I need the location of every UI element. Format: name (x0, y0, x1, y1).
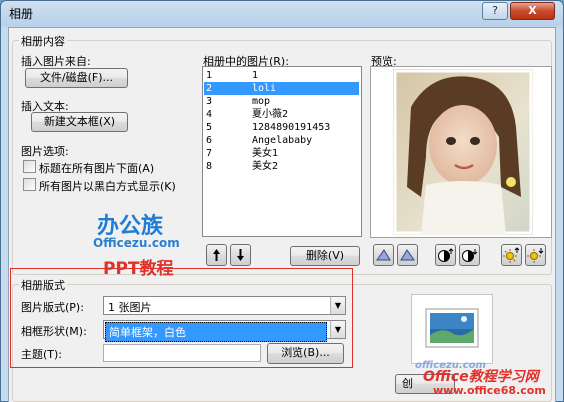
brightness-down-icon (527, 248, 544, 263)
preview-photo (393, 69, 533, 235)
brand-url: www.office68.com (433, 384, 546, 397)
list-item-number: 4 (206, 109, 213, 120)
logo-url: Officezu.com (93, 236, 180, 250)
list-item-name: 1 (252, 70, 259, 81)
rotate-right-icon (400, 249, 415, 261)
list-item[interactable]: 8 美女2 (204, 160, 359, 173)
list-item[interactable]: 4 夏小薇2 (204, 108, 359, 121)
caption-checkbox-label[interactable]: 标题在所有图片下面(A) (39, 160, 154, 176)
black-white-checkbox-label[interactable]: 所有图片以黑白方式显示(K) (39, 178, 176, 194)
list-item-name: 夏小薇2 (252, 109, 289, 120)
rotate-right-button[interactable] (397, 244, 418, 266)
list-item[interactable]: 6 Angelababy (204, 134, 359, 147)
brand-name: Office教程学习网 (423, 369, 539, 385)
caption-checkbox[interactable] (23, 160, 36, 173)
layout-preview-image (425, 308, 479, 348)
list-item[interactable]: 5 1284890191453 (204, 121, 359, 134)
contrast-down-icon (462, 249, 478, 262)
arrow-up-icon (213, 249, 220, 261)
new-textbox-button[interactable]: 新建文本框(X) (31, 112, 128, 132)
decrease-contrast-button[interactable] (459, 244, 480, 266)
list-item-number: 5 (206, 122, 213, 133)
help-button[interactable]: ? (482, 2, 508, 20)
brightness-up-icon (503, 247, 520, 263)
list-item-number: 6 (206, 135, 213, 146)
picture-options-label: 图片选项: (21, 145, 69, 158)
list-item-name: loli (252, 83, 277, 94)
list-item-number: 7 (206, 148, 213, 159)
increase-contrast-button[interactable] (435, 244, 456, 266)
move-down-button[interactable] (230, 244, 251, 266)
list-item[interactable]: 3 mop (204, 95, 359, 108)
pictures-listbox[interactable]: 1 1 2 loli 3 mop 4 夏小薇2 5 1284890191453 6 Angelabab… (202, 66, 362, 237)
list-item-name: 美女1 (252, 148, 279, 159)
highlight-box (10, 268, 353, 368)
window-title: 相册 (9, 7, 34, 21)
album-dialog: 相册 ? X 相册内容 插入图片来自: 文件/磁盘(F)... 插入文本: 新建… (0, 0, 564, 402)
layout-preview (411, 294, 493, 364)
list-item-name: Angelababy (252, 135, 313, 146)
contrast-up-icon (438, 248, 454, 262)
list-item-number: 8 (206, 161, 213, 172)
list-item[interactable]: 7 美女1 (204, 147, 359, 160)
list-item-name: 美女2 (252, 161, 279, 172)
move-up-button[interactable] (206, 244, 227, 266)
insert-from-label: 插入图片来自: (21, 55, 91, 68)
preview-pane (370, 66, 552, 238)
black-white-checkbox[interactable] (23, 178, 36, 191)
list-item-name: 1284890191453 (252, 122, 331, 133)
dialog-body: 相册内容 插入图片来自: 文件/磁盘(F)... 插入文本: 新建文本框(X) … (8, 27, 556, 402)
decrease-brightness-button[interactable] (525, 244, 546, 266)
album-content-legend: 相册内容 (19, 33, 67, 49)
rotate-left-icon (376, 249, 391, 261)
list-item[interactable]: 11 (204, 69, 359, 82)
list-item-number: 1 (206, 70, 213, 81)
delete-button[interactable]: 删除(V) (290, 246, 360, 266)
rotate-left-button[interactable] (373, 244, 394, 266)
arrow-down-icon (237, 249, 244, 261)
bottom-brand-watermark: Office教程学习网 www.office68.com (421, 366, 555, 402)
title-bar: 相册 ? X (1, 1, 563, 27)
list-item-number: 3 (206, 96, 213, 107)
close-button[interactable]: X (510, 2, 555, 20)
file-disk-button[interactable]: 文件/磁盘(F)... (25, 68, 128, 88)
list-item-name: mop (252, 96, 271, 107)
list-item[interactable]: 2 loli (204, 82, 359, 95)
list-item-number: 2 (206, 83, 213, 94)
increase-brightness-button[interactable] (501, 244, 522, 266)
